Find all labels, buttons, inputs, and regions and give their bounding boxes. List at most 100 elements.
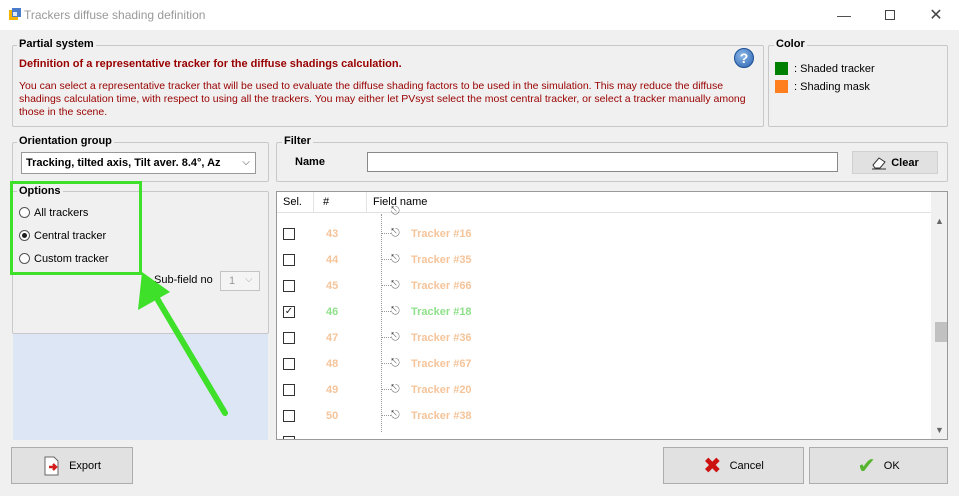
scroll-down-icon[interactable]: ▼ xyxy=(935,425,944,435)
export-button[interactable]: Export xyxy=(11,447,133,484)
column-separator xyxy=(366,192,367,213)
row-number: 43 xyxy=(326,228,339,240)
eraser-icon xyxy=(872,156,887,169)
row-number: 46 xyxy=(326,306,339,318)
export-button-label: Export xyxy=(69,459,101,472)
chevron-down-icon: ⌵ xyxy=(245,274,253,285)
chevron-down-icon[interactable]: ⌵ xyxy=(238,155,254,171)
minimize-button[interactable]: — xyxy=(821,0,867,30)
tree-branch xyxy=(381,311,391,312)
minimize-icon: — xyxy=(837,7,851,23)
row-checkbox-partial xyxy=(283,436,295,439)
partial-system-legend: Partial system xyxy=(17,38,96,50)
row-checkbox[interactable] xyxy=(283,410,295,422)
help-icon[interactable]: ? xyxy=(734,48,754,68)
row-number: 49 xyxy=(326,384,339,396)
table-row[interactable]: 48 ⎋ Tracker #67 xyxy=(277,351,932,377)
description-body: You can select a representative tracker … xyxy=(19,80,746,118)
row-number: 48 xyxy=(326,358,339,370)
tracker-icon: ⎋ xyxy=(391,357,400,369)
table-row[interactable]: 50 ⎋ Tracker #38 xyxy=(277,403,932,429)
table-row[interactable]: 45 ⎋ Tracker #66 xyxy=(277,273,932,299)
description-heading: Definition of a representative tracker f… xyxy=(19,58,402,70)
table-row[interactable]: 44 ⎋ Tracker #35 xyxy=(277,247,932,273)
table-row[interactable]: 49 ⎋ Tracker #20 xyxy=(277,377,932,403)
column-header-number[interactable]: # xyxy=(323,196,329,208)
row-field-name: Tracker #67 xyxy=(411,358,472,370)
window-title: Trackers diffuse shading definition xyxy=(24,8,206,22)
column-header-sel[interactable]: Sel. xyxy=(283,196,302,208)
close-button[interactable]: ✕ xyxy=(913,0,959,30)
column-separator xyxy=(313,192,314,213)
clear-button[interactable]: Clear xyxy=(852,151,938,174)
column-header-field-name[interactable]: Field name xyxy=(373,196,427,208)
shaded-tracker-label: : Shaded tracker xyxy=(794,63,875,75)
table-row[interactable]: 47 ⎋ Tracker #36 xyxy=(277,325,932,351)
tree-branch xyxy=(381,415,391,416)
arrow-annotation xyxy=(138,272,228,416)
tracker-icon: ⎋ xyxy=(391,227,400,239)
clear-button-label: Clear xyxy=(891,156,919,169)
title-bar: Trackers diffuse shading definition — ✕ xyxy=(0,0,959,30)
row-checkbox[interactable] xyxy=(283,254,295,266)
row-checkbox-checked[interactable]: ✓ xyxy=(283,306,295,318)
row-checkbox[interactable] xyxy=(283,280,295,292)
row-field-name: Tracker #36 xyxy=(411,332,472,344)
row-field-name: Tracker #38 xyxy=(411,410,472,422)
checkmark-icon: ✔ xyxy=(857,452,876,478)
tracker-icon: ⎋ xyxy=(391,331,400,343)
tracker-icon: ⎋ xyxy=(391,279,400,291)
table-row[interactable]: 43 ⎋ Tracker #16 xyxy=(277,221,932,247)
name-label: Name xyxy=(295,156,325,168)
tree-branch xyxy=(381,337,391,338)
name-filter-input[interactable] xyxy=(367,152,838,172)
cancel-button-label: Cancel xyxy=(729,459,764,472)
tree-branch xyxy=(381,259,391,260)
tracker-icon: ⎋ xyxy=(391,305,400,317)
scroll-up-icon[interactable]: ▲ xyxy=(935,216,944,226)
row-checkbox[interactable] xyxy=(283,228,295,240)
cancel-x-icon: ✖ xyxy=(703,452,722,478)
row-checkbox[interactable] xyxy=(283,332,295,344)
filter-legend: Filter xyxy=(282,135,313,147)
export-icon xyxy=(44,456,59,475)
row-field-name: Tracker #35 xyxy=(411,254,472,266)
maximize-icon xyxy=(885,10,895,20)
tree-branch xyxy=(381,389,391,390)
row-number: 50 xyxy=(326,410,339,422)
row-number: 45 xyxy=(326,280,339,292)
color-legend-title: Color xyxy=(774,38,807,50)
tracker-icon: ⎋ xyxy=(391,205,400,215)
row-field-name: Tracker #18 xyxy=(411,306,472,318)
orientation-group-select[interactable]: Tracking, tilted axis, Tilt aver. 8.4°, … xyxy=(21,152,256,174)
tracker-table: Sel. # Field name ⎋ 43 ⎋ Tracker #16 44 … xyxy=(276,191,948,440)
tree-branch xyxy=(381,233,391,234)
table-header: Sel. # Field name xyxy=(277,192,932,213)
shading-mask-swatch xyxy=(775,80,788,93)
row-checkbox[interactable] xyxy=(283,384,295,396)
tracker-icon: ⎋ xyxy=(391,409,400,421)
row-number: 47 xyxy=(326,332,339,344)
row-checkbox[interactable] xyxy=(283,358,295,370)
ok-button[interactable]: ✔ OK xyxy=(809,447,948,484)
shading-mask-label: : Shading mask xyxy=(794,81,870,93)
app-icon xyxy=(9,8,21,20)
close-icon: ✕ xyxy=(929,7,943,24)
vertical-scrollbar[interactable]: ▲ ▼ xyxy=(931,192,947,439)
tracker-icon: ⎋ xyxy=(391,253,400,265)
tree-branch xyxy=(381,363,391,364)
row-number: 44 xyxy=(326,254,339,266)
row-field-name: Tracker #20 xyxy=(411,384,472,396)
shaded-tracker-swatch xyxy=(775,62,788,75)
cancel-button[interactable]: ✖ Cancel xyxy=(663,447,804,484)
tracker-icon: ⎋ xyxy=(391,383,400,395)
row-field-name: Tracker #66 xyxy=(411,280,472,292)
row-field-name: Tracker #16 xyxy=(411,228,472,240)
tree-branch xyxy=(381,285,391,286)
ok-button-label: OK xyxy=(883,459,900,472)
orientation-group-legend: Orientation group xyxy=(17,135,114,147)
scrollbar-thumb[interactable] xyxy=(935,322,947,342)
table-row-selected[interactable]: ✓ 46 ⎋ Tracker #18 xyxy=(277,299,932,325)
highlight-box-annotation xyxy=(10,181,142,275)
maximize-button[interactable] xyxy=(867,0,913,30)
